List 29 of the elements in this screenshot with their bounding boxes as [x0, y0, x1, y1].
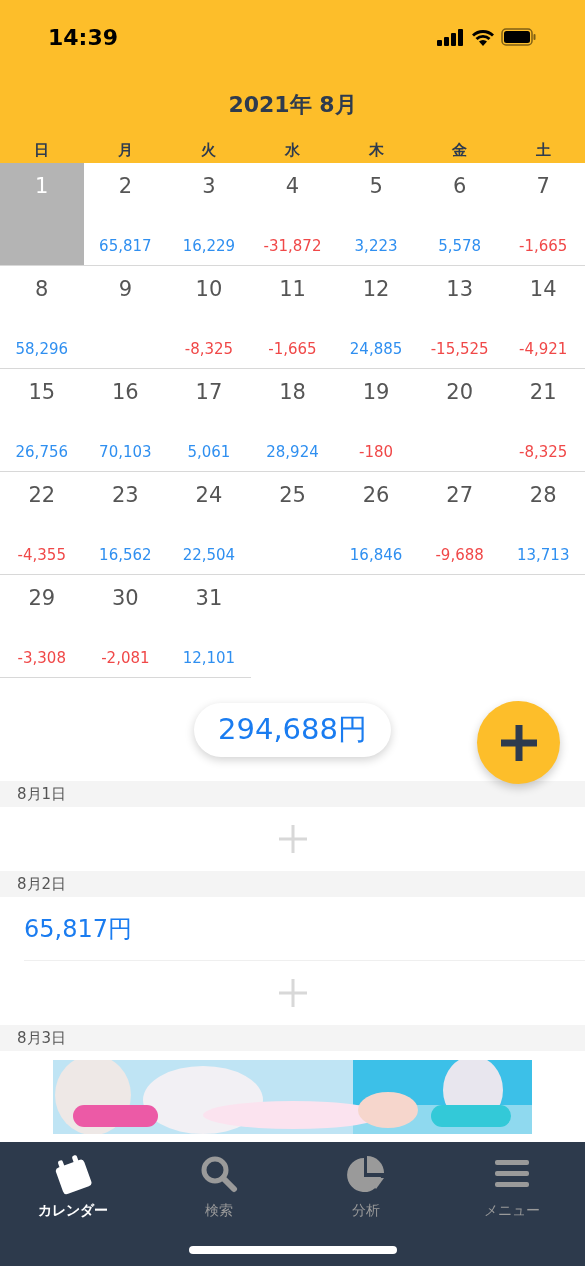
wifi-icon [471, 28, 495, 46]
pie-chart-icon [345, 1155, 386, 1193]
tab[interactable]: メニュー [438, 1152, 585, 1221]
weekday-label: 水 [284, 140, 301, 162]
add-button[interactable] [477, 701, 560, 784]
entry-row[interactable]: 65,817円 [24, 897, 585, 961]
date-label: 8月2日 [17, 876, 67, 892]
add-icon [278, 979, 307, 1007]
date-label: 8月1日 [17, 786, 67, 802]
weekday-label: 木 [367, 140, 385, 162]
signal-icon [437, 28, 465, 46]
search-icon [200, 1155, 239, 1193]
tab[interactable]: 分析 [292, 1152, 439, 1221]
menu-icon [494, 1159, 529, 1189]
weekday-label: 日 [33, 140, 51, 162]
plus-icon [500, 724, 537, 761]
month-title: 2021年 8月 [228, 90, 357, 119]
date-label: 8月3日 [17, 1030, 67, 1046]
calendar-icon [53, 1153, 94, 1195]
weekday-label: 金 [451, 140, 469, 162]
add-icon [278, 825, 307, 853]
status-time: 14:39 [48, 23, 119, 52]
weekday-label: 土 [534, 140, 552, 162]
battery-icon [501, 28, 537, 46]
total-amount: 294,688円 [194, 702, 391, 757]
weekday-label: 火 [200, 140, 218, 162]
weekday-label: 月 [116, 140, 134, 162]
tab[interactable]: 検索 [146, 1152, 293, 1221]
tab[interactable]: カレンダー [0, 1152, 147, 1221]
